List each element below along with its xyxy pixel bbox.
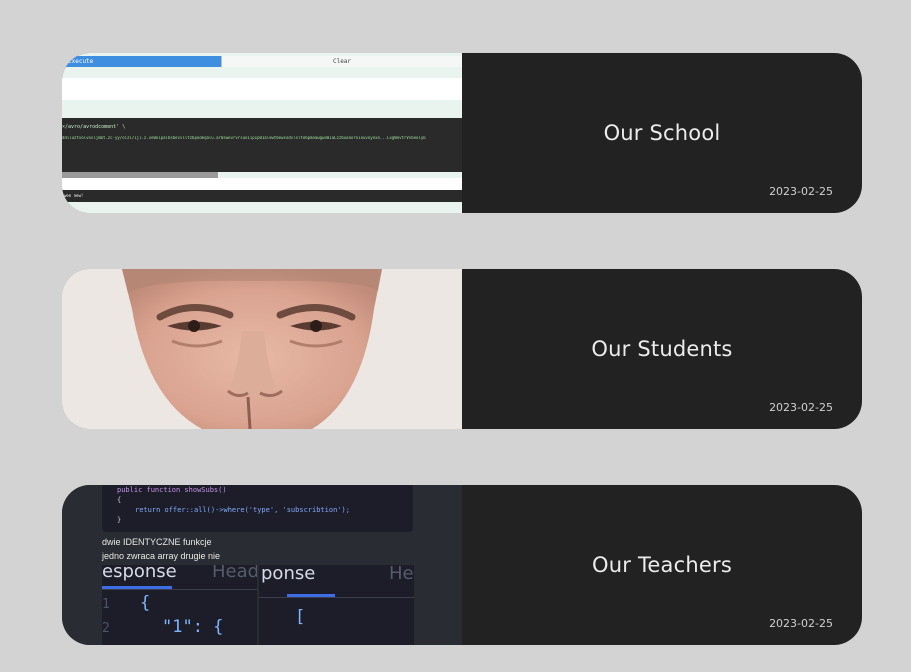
- tab-headers: He: [389, 565, 414, 584]
- code-line: }: [117, 516, 122, 524]
- card-date: 2023-02-25: [769, 185, 833, 198]
- card-date: 2023-02-25: [769, 401, 833, 414]
- terminal-footer: wen new!: [62, 190, 462, 202]
- card-info: Our Teachers 2023-02-25: [462, 485, 862, 645]
- code-line: "1": {: [162, 617, 224, 637]
- face-photo: [62, 269, 462, 429]
- note-text: dwie IDENTYCZNE funkcje: [102, 537, 212, 547]
- tab-headers: Heade: [212, 565, 257, 582]
- card-date: 2023-02-25: [769, 617, 833, 630]
- note-text: jedno zwraca array drugie nie: [102, 551, 221, 561]
- line-number: 1: [102, 597, 110, 612]
- thumb-band: [62, 178, 462, 190]
- line-number: 2: [102, 621, 110, 636]
- code-line: {: [117, 496, 122, 504]
- terminal-output: ×/avro/avrodcoment' \ ddiluztvolvosljmbt…: [62, 118, 462, 172]
- card-our-school[interactable]: Execute Clear ×/avro/avrodcoment' \ ddil…: [62, 53, 862, 213]
- code-line: public function showSubs(): [117, 486, 227, 494]
- thumb-band: [62, 78, 462, 100]
- card-thumbnail: Execute Clear ×/avro/avrodcoment' \ ddil…: [62, 53, 462, 213]
- terminal-line: ×/avro/avrodcoment' \: [62, 124, 126, 130]
- tab-response: esponse: [102, 565, 177, 582]
- divider: [102, 589, 257, 590]
- tab-response: ponse: [261, 565, 316, 584]
- card-thumbnail-photo: [62, 269, 462, 429]
- card-thumbnail: public function showSubs() { return offe…: [62, 485, 462, 645]
- code-line: [: [295, 607, 306, 627]
- code-line: {: [140, 593, 151, 613]
- divider: [259, 597, 414, 598]
- execute-button-image: Execute: [62, 56, 221, 67]
- card-title[interactable]: Our Students: [462, 337, 862, 361]
- card-info: Our School 2023-02-25: [462, 53, 862, 213]
- thumb-band: [62, 100, 462, 118]
- thumb-band: [62, 202, 462, 213]
- terminal-line: ddiluztvolvosljmbt.zc-yy/olzi/ijl.z.xe0o…: [62, 136, 426, 140]
- card-our-teachers[interactable]: public function showSubs() { return offe…: [62, 485, 862, 645]
- code-line: return offer::all()->where('type', 'subs…: [135, 506, 350, 514]
- card-title[interactable]: Our School: [462, 121, 862, 145]
- card-title[interactable]: Our Teachers: [462, 553, 862, 577]
- card-info: Our Students 2023-02-25: [462, 269, 862, 429]
- response-pane: ponse He [: [259, 565, 414, 645]
- card-our-students[interactable]: Our Students 2023-02-25: [62, 269, 862, 429]
- code-snippet: public function showSubs() { return offe…: [102, 485, 413, 532]
- response-pane: esponse Heade 1 2 { "1": {: [102, 565, 257, 645]
- clear-button-image: Clear: [221, 56, 462, 67]
